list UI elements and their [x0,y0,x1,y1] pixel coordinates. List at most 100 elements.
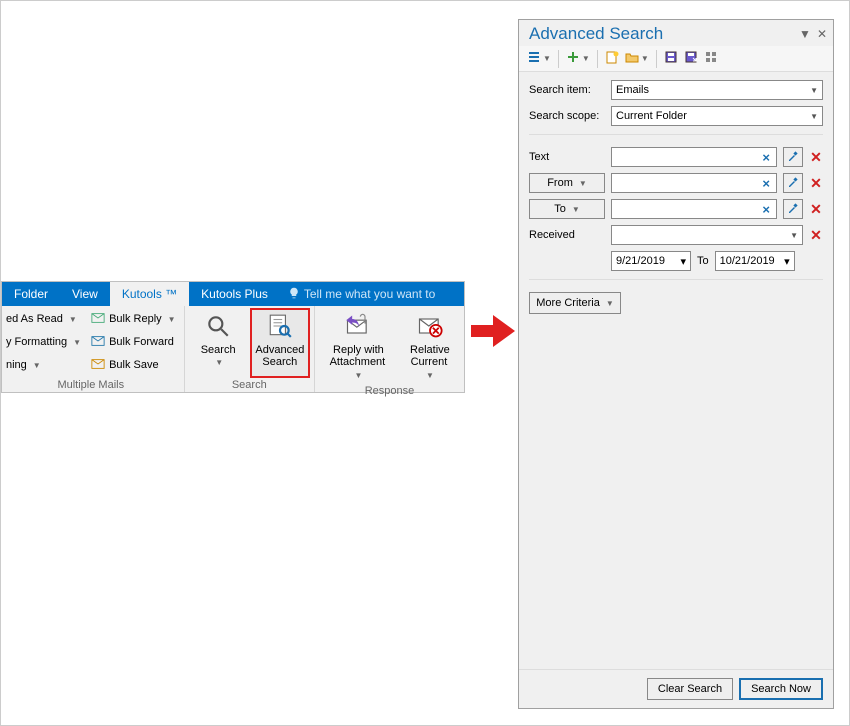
chevron-down-icon: ▼ [69,315,77,324]
save-icon [664,50,678,67]
new-file-icon [605,50,619,67]
received-select[interactable]: ▼ [611,225,803,245]
to-field[interactable] [616,202,760,216]
grid-button[interactable] [702,49,720,68]
menu-icon [527,50,541,67]
search-item-label: Search item: [529,84,605,96]
separator [529,279,823,280]
remove-row-button[interactable]: ✕ [809,227,823,244]
clear-icon[interactable]: × [760,202,772,217]
group-label: Multiple Mails [2,378,180,392]
group-response: Reply with Attachment ▼ Relative Current… [315,306,464,392]
clear-icon[interactable]: × [760,150,772,165]
chevron-down-icon: ▼ [810,112,818,121]
item-label: Relative [406,344,454,356]
bulk-save-button[interactable]: Bulk Save [87,354,180,376]
ning-button[interactable]: ning ▼ [2,354,85,376]
separator [597,50,598,68]
item-label: Search [255,356,304,368]
separator [529,134,823,135]
relative-current-button[interactable]: Relative Current ▼ [400,308,460,384]
search-button[interactable]: Search ▼ [189,308,248,378]
open-folder-button[interactable]: ▼ [623,49,651,68]
chevron-down-icon: ▼ [579,179,587,188]
save-as-icon [684,50,698,67]
save-as-button[interactable] [682,49,700,68]
add-button[interactable]: ▼ [564,49,592,68]
item-label: Reply with [325,344,392,356]
separator [656,50,657,68]
search-scope-label: Search scope: [529,110,605,122]
envelope-icon [91,357,105,374]
menu-button[interactable]: ▼ [525,49,553,68]
to-field-button[interactable]: To ▼ [529,199,605,219]
eyedropper-icon [787,202,799,217]
tab-view[interactable]: View [60,282,110,306]
separator [558,50,559,68]
date-to-input[interactable]: 10/21/2019 ▾ [715,251,795,271]
chevron-down-icon: ▼ [168,315,176,324]
field-label: To [554,203,566,215]
tab-folder[interactable]: Folder [2,282,60,306]
from-input[interactable]: × [611,173,777,193]
clear-search-button[interactable]: Clear Search [647,678,733,700]
picker-button[interactable] [783,173,803,193]
chevron-down-icon: ▼ [426,371,434,380]
envelope-icon [91,334,105,351]
picker-button[interactable] [783,147,803,167]
from-field-button[interactable]: From ▼ [529,173,605,193]
bulk-reply-button[interactable]: Bulk Reply ▼ [87,308,180,330]
from-field[interactable] [616,176,760,190]
remove-row-button[interactable]: ✕ [809,149,823,166]
item-label: y Formatting [6,336,67,348]
remove-row-button[interactable]: ✕ [809,175,823,192]
search-now-button[interactable]: Search Now [739,678,823,700]
formatting-button[interactable]: y Formatting ▼ [2,331,85,353]
lightbulb-icon [288,287,300,302]
tellme[interactable]: Tell me what you want to [280,282,435,306]
chevron-down-icon: ▾ [680,255,686,268]
date-from-input[interactable]: 9/21/2019 ▾ [611,251,691,271]
arrow-icon [471,313,515,352]
panel-footer: Clear Search Search Now [519,669,833,708]
remove-row-button[interactable]: ✕ [809,201,823,218]
bulk-forward-button[interactable]: Bulk Forward [87,331,180,353]
mark-as-read-button[interactable]: ed As Read ▼ [2,308,85,330]
save-button[interactable] [662,49,680,68]
text-input[interactable]: × [611,147,777,167]
dropdown-button[interactable]: ▼ [799,27,811,41]
item-label: Current [411,356,448,368]
chevron-down-icon: ▼ [73,338,81,347]
chevron-down-icon: ▼ [33,361,41,370]
search-scope-select[interactable]: Current Folder ▼ [611,106,823,126]
new-file-button[interactable] [603,49,621,68]
date-value: 10/21/2019 [720,255,775,267]
advanced-search-button[interactable]: Advanced Search [250,308,310,378]
clear-icon[interactable]: × [760,176,772,191]
chevron-down-icon: ▼ [606,299,614,308]
panel-title: Advanced Search [529,24,663,44]
tab-kutools-plus[interactable]: Kutools Plus [189,282,280,306]
close-button[interactable]: ✕ [817,27,827,41]
received-label: Received [529,229,605,241]
reply-attachment-icon [344,312,372,343]
item-label: ning [6,359,27,371]
item-label: Bulk Reply [109,313,162,325]
reply-with-attachment-button[interactable]: Reply with Attachment ▼ [319,308,398,384]
ribbon-tabs: Folder View Kutools ™ Kutools Plus Tell … [2,282,464,306]
more-criteria-button[interactable]: More Criteria ▼ [529,292,621,314]
select-value: Current Folder [616,110,687,122]
text-field[interactable] [616,150,760,164]
chevron-down-icon: ▼ [810,86,818,95]
group-search: Search ▼ Advanced Search Sea [185,306,315,392]
to-input[interactable]: × [611,199,777,219]
field-label: From [547,177,573,189]
tab-kutools[interactable]: Kutools ™ [110,282,189,306]
item-label: ed As Read [6,313,63,325]
panel-toolbar: ▼ ▼ ▼ [519,46,833,72]
ribbon: Folder View Kutools ™ Kutools Plus Tell … [1,281,465,393]
folder-open-icon [625,50,639,67]
button-label: Search Now [751,683,811,695]
search-item-select[interactable]: Emails ▼ [611,80,823,100]
picker-button[interactable] [783,199,803,219]
